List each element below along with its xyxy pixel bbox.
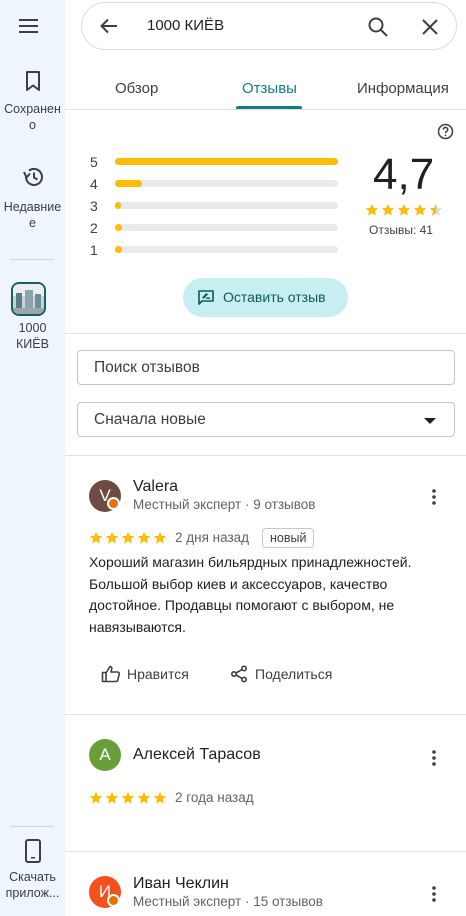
star-rating-icon (365, 203, 443, 216)
dist-fill-2 (115, 224, 122, 231)
more-vert-icon (432, 886, 436, 902)
dist-label-5: 5 (90, 154, 98, 170)
reviewer-meta[interactable]: Местный эксперт · 15 отзывов (133, 894, 323, 909)
write-review-button[interactable]: Оставить отзыв (183, 278, 348, 317)
dist-label-4: 4 (90, 176, 98, 192)
arrow-left-icon (100, 18, 117, 34)
close-icon (422, 19, 438, 35)
search-icon (368, 17, 388, 37)
search-reviews-placeholder: Поиск отзывов (94, 359, 200, 376)
left-rail: Сохранен о Недавние е 1000 КИЁВ Скачать … (0, 0, 65, 916)
avatar-initial: А (99, 745, 111, 764)
clear-search-button[interactable] (419, 16, 441, 43)
dist-fill-1 (115, 246, 122, 253)
menu-button[interactable] (18, 16, 40, 36)
review-more-button[interactable] (429, 885, 439, 908)
tab-reviews[interactable]: Отзывы (242, 80, 297, 97)
share-icon (230, 665, 248, 683)
review-text-line: навязываются. (89, 618, 186, 635)
write-review-label: Оставить отзыв (223, 289, 326, 305)
summary-divider (65, 333, 466, 334)
rail-recent-label: Недавние (3, 200, 62, 214)
star-rating-icon (89, 791, 167, 804)
dist-label-3: 3 (90, 198, 98, 214)
local-guide-badge-icon (107, 894, 120, 907)
review-count: Отзывы: 41 (369, 223, 433, 237)
local-guide-badge-icon (107, 497, 120, 510)
rail-place-thumbnail[interactable] (11, 282, 46, 316)
dist-fill-4 (115, 180, 142, 187)
rail-divider (10, 259, 54, 260)
like-label: Нравится (127, 666, 189, 682)
review-stars (89, 531, 167, 550)
review-date: 2 дня назад (175, 530, 250, 545)
review-stars (89, 791, 167, 810)
back-button[interactable] (98, 15, 120, 42)
search-query[interactable]: 1000 КИЁВ (147, 17, 224, 34)
new-badge: новый (262, 528, 315, 548)
dist-label-2: 2 (90, 220, 98, 236)
tabs-divider (65, 109, 466, 110)
sort-selected: Сначала новые (94, 411, 206, 428)
rate-review-icon (198, 290, 214, 305)
dist-bar-2 (115, 224, 338, 231)
history-icon (22, 167, 43, 186)
reviewer-name[interactable]: Иван Чеклин (133, 875, 229, 893)
star-rating-icon (89, 531, 167, 544)
rail-divider-bottom (10, 826, 54, 827)
review-text-line: Хороший магазин бильярдных принадлежност… (89, 554, 412, 570)
rail-place-label-1: 1000 (18, 321, 47, 335)
average-stars (365, 203, 443, 222)
review-text-line: Большой выбор киев и аксессуаров, качест… (89, 575, 388, 592)
dist-bar-1 (115, 246, 338, 253)
tab-about[interactable]: Информация (357, 80, 449, 97)
menu-icon (19, 19, 38, 33)
average-rating: 4,7 (373, 150, 435, 199)
reviewer-name[interactable]: Valera (133, 478, 178, 496)
review-more-button[interactable] (429, 488, 439, 511)
search-reviews-input[interactable]: Поиск отзывов (77, 350, 455, 385)
dist-bar-5 (115, 158, 338, 165)
rail-recent-label-wrap: е (29, 216, 36, 230)
dist-bar-3 (115, 202, 338, 209)
review-more-button[interactable] (429, 749, 439, 772)
help-button[interactable] (437, 123, 454, 145)
tab-overview[interactable]: Обзор (115, 80, 158, 97)
help-icon (437, 123, 454, 140)
rail-download-label-2: прилож... (5, 886, 60, 900)
rail-saved-label: Сохранен (4, 102, 61, 116)
more-vert-icon (432, 489, 436, 505)
review-divider (65, 714, 466, 715)
phone-icon (24, 839, 41, 863)
dist-label-1: 1 (90, 242, 98, 258)
rail-place-label-2: КИЁВ (16, 337, 49, 351)
review-text: Хороший магазин бильярдных принадлежност… (89, 552, 429, 638)
more-vert-icon (432, 750, 436, 766)
share-label: Поделиться (255, 666, 333, 682)
rail-recent[interactable]: Недавние е (0, 166, 65, 231)
search-button[interactable] (367, 16, 389, 43)
caret-down-icon (424, 418, 436, 424)
rail-download-app[interactable]: Скачать прилож... (0, 839, 65, 901)
search-box[interactable]: 1000 КИЁВ (81, 2, 457, 50)
thumb-up-icon (101, 665, 121, 683)
rail-saved[interactable]: Сохранен о (0, 70, 65, 133)
reviewer-name[interactable]: Алексей Тарасов (133, 746, 261, 764)
bookmark-icon (25, 71, 40, 91)
review-text-line: достойное. Продавцы помогают с выбором, … (89, 597, 395, 613)
place-photo-icon (13, 284, 44, 314)
review-date: 2 года назад (175, 790, 254, 805)
filters-divider (65, 455, 466, 456)
dist-fill-3 (115, 202, 121, 209)
rail-place-label[interactable]: 1000 КИЁВ (0, 320, 65, 352)
dist-bar-4 (115, 180, 338, 187)
avatar[interactable]: А (89, 739, 121, 771)
dist-fill-5 (115, 158, 338, 165)
sort-select[interactable]: Сначала новые (77, 402, 455, 437)
review-divider (65, 851, 466, 852)
rail-download-label-1: Скачать (9, 870, 56, 884)
reviewer-meta[interactable]: Местный эксперт · 9 отзывов (133, 497, 315, 512)
rail-saved-label-wrap: о (29, 118, 36, 132)
